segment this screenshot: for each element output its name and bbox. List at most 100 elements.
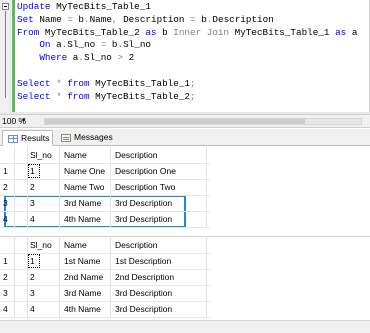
code-token: Name: [89, 13, 112, 25]
table-row[interactable]: 2 2 Name Two Description Two: [0, 179, 210, 195]
row-divider: [0, 227, 210, 228]
column-divider: [110, 147, 111, 227]
tab-messages-label: Messages: [74, 132, 113, 142]
column-divider: [59, 147, 60, 227]
table-cell[interactable]: 4th Name: [62, 301, 110, 317]
table-cell[interactable]: 2: [28, 269, 58, 285]
code-token: Description: [117, 13, 191, 25]
results-grid-icon: [8, 135, 18, 143]
table-cell[interactable]: 3: [28, 285, 58, 301]
column-divider: [27, 237, 28, 317]
row-number: 1: [3, 256, 8, 266]
column-header[interactable]: Sl_no: [28, 237, 58, 253]
code-line[interactable]: Set Name = b.Name, Description = b.Descr…: [17, 14, 357, 27]
row-divider: [0, 317, 210, 318]
code-line[interactable]: From MyTecBits_Table_2 as b Inner Join M…: [17, 27, 357, 40]
table-cell[interactable]: 2: [28, 179, 58, 195]
code-token: b: [195, 13, 207, 25]
table-cell[interactable]: 3rd Description: [113, 195, 203, 211]
table-cell[interactable]: Description One: [113, 163, 203, 179]
table-row[interactable]: 3 3 3rd Name 3rd Description: [0, 285, 210, 301]
table-cell[interactable]: Description Two: [113, 179, 203, 195]
table-row[interactable]: 2 2 2nd Name 2nd Description: [0, 269, 210, 285]
code-token: Sl_no: [123, 39, 151, 51]
column-header[interactable]: Description: [113, 237, 203, 253]
code-token: Description: [212, 13, 274, 25]
code-token: b: [162, 26, 174, 38]
column-divider: [110, 237, 111, 317]
code-token: ;: [189, 90, 196, 102]
row-number: 4: [3, 304, 8, 314]
table-cell[interactable]: 4: [28, 301, 58, 317]
code-token: On: [17, 39, 57, 51]
tab-results-label: Results: [21, 133, 50, 143]
code-token: MyTecBits_Table_2: [95, 90, 190, 102]
code-token: 2: [123, 52, 135, 64]
table-cell[interactable]: 2nd Description: [113, 269, 203, 285]
column-header[interactable]: Description: [113, 147, 203, 163]
results-tab-strip: Results Messages: [0, 129, 370, 146]
code-line[interactable]: Update MyTecBits_Table_1: [17, 1, 357, 14]
code-token: from: [61, 90, 96, 102]
table-row[interactable]: 4 4 4th Name 3rd Description: [0, 301, 210, 317]
column-divider: [14, 147, 15, 227]
result-grid-1[interactable]: Sl_no Name Description 1 1 Name One Descriptio…: [0, 147, 370, 231]
table-cell[interactable]: 3rd Description: [113, 285, 203, 301]
table-cell[interactable]: 4: [28, 211, 58, 227]
column-divider: [27, 147, 28, 227]
code-token: From: [17, 26, 45, 38]
code-line[interactable]: Select * from MyTecBits_Table_1;: [17, 78, 357, 91]
code-token: ;: [189, 77, 196, 89]
sql-code[interactable]: Update MyTecBits_Table_1 Set Name = b.Nam…: [17, 1, 357, 103]
code-token: from: [61, 77, 96, 89]
row-number: 2: [3, 272, 8, 282]
column-header[interactable]: Sl_no: [28, 147, 58, 163]
code-line[interactable]: Where a.Sl_no > 2: [17, 52, 357, 65]
table-cell[interactable]: Name Two: [62, 179, 110, 195]
code-token: b: [106, 39, 118, 51]
code-line[interactable]: [17, 65, 357, 78]
table-cell[interactable]: Name One: [62, 163, 110, 179]
code-token: Sl_no: [83, 52, 118, 64]
table-row[interactable]: 3 3 3rd Name 3rd Description: [0, 195, 210, 211]
row-number: 4: [3, 214, 8, 224]
code-token: Where: [17, 52, 73, 64]
tab-results[interactable]: Results: [2, 130, 53, 146]
code-token: as: [145, 26, 163, 38]
row-number: 2: [3, 182, 8, 192]
code-token: MyTecBits_Table_1: [56, 1, 151, 12]
table-cell[interactable]: 3rd Description: [113, 211, 203, 227]
row-number: 1: [3, 166, 8, 176]
code-line[interactable]: On a.Sl_no = b.Sl_no: [17, 39, 357, 52]
column-divider: [206, 147, 207, 227]
tab-messages[interactable]: Messages: [56, 130, 116, 146]
code-line[interactable]: Select * from MyTecBits_Table_2;: [17, 91, 357, 104]
code-token: Update: [17, 1, 57, 12]
column-header[interactable]: Name: [62, 147, 110, 163]
scrollbar-thumb[interactable]: [45, 119, 305, 124]
table-cell[interactable]: 3rd Name: [62, 285, 110, 301]
table-cell[interactable]: 4th Name: [62, 211, 110, 227]
collapse-toggle-icon[interactable]: [2, 3, 9, 10]
zoom-dropdown-icon[interactable]: ▾: [22, 116, 26, 124]
column-divider: [59, 237, 60, 317]
query-editor[interactable]: Update MyTecBits_Table_1 Set Name = b.Nam…: [0, 0, 370, 112]
column-header[interactable]: Name: [62, 237, 110, 253]
table-row[interactable]: 4 4 4th Name 3rd Description: [0, 211, 210, 227]
code-token: MyTecBits_Table_1: [95, 77, 190, 89]
row-number: 3: [3, 288, 8, 298]
editor-gutter: [0, 0, 11, 112]
table-cell[interactable]: 1st Name: [62, 253, 110, 269]
editor-horizontal-scrollbar[interactable]: [44, 118, 362, 125]
result-grid-2[interactable]: Sl_no Name Description 1 1 1st Name 1st Descri…: [0, 236, 370, 320]
table-cell[interactable]: 3: [28, 195, 58, 211]
results-status-strip: [0, 320, 370, 333]
code-token: b: [72, 13, 84, 25]
fold-guide-line: [5, 11, 6, 98]
table-cell[interactable]: 1st Description: [113, 253, 203, 269]
column-divider: [14, 237, 15, 317]
messages-icon: [61, 134, 71, 142]
table-cell[interactable]: 2nd Name: [62, 269, 110, 285]
table-cell[interactable]: 3rd Description: [113, 301, 203, 317]
table-cell[interactable]: 3rd Name: [62, 195, 110, 211]
